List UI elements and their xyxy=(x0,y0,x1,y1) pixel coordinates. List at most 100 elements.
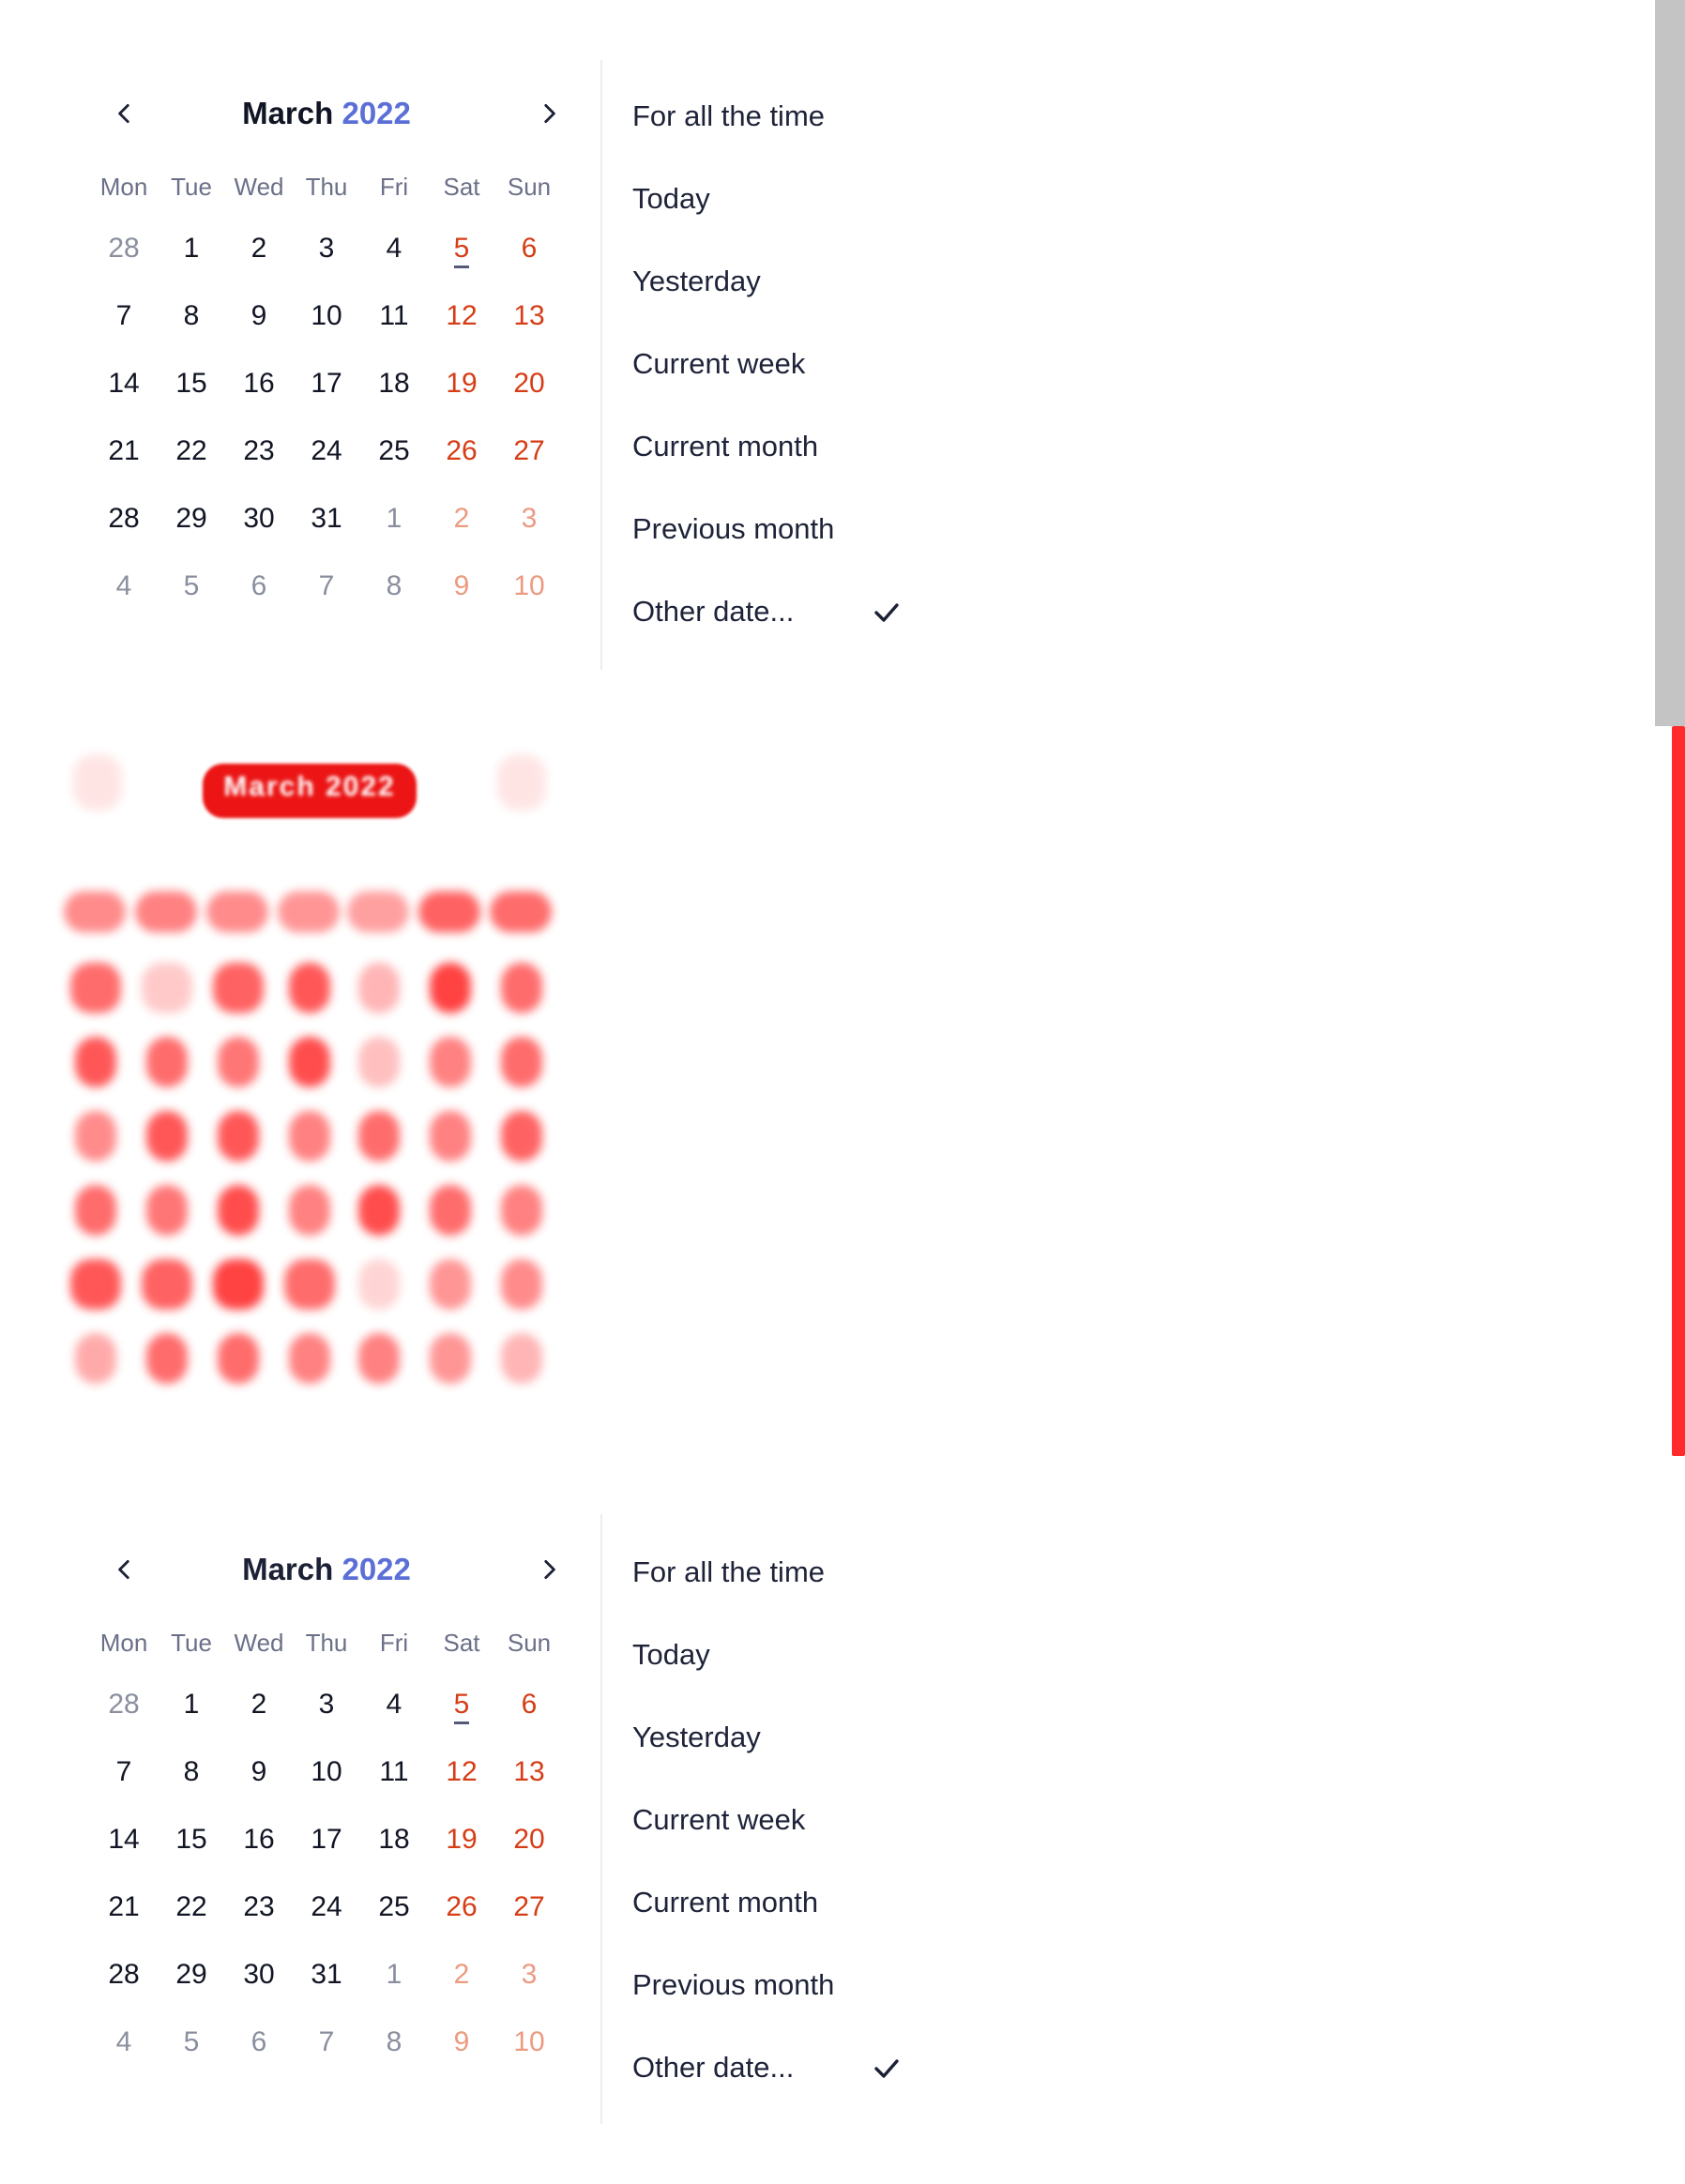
range-option[interactable]: Other date... xyxy=(632,587,933,670)
day-cell[interactable]: 2 xyxy=(225,228,293,296)
day-cell[interactable]: 16 xyxy=(225,1819,293,1887)
day-cell[interactable]: 24 xyxy=(293,431,360,498)
next-month-button[interactable] xyxy=(525,90,572,137)
day-cell[interactable]: 3 xyxy=(495,1954,563,2022)
day-cell[interactable]: 8 xyxy=(360,566,428,633)
day-cell[interactable]: 31 xyxy=(293,1954,360,2022)
day-cell[interactable]: 5 xyxy=(158,566,225,633)
day-cell[interactable]: 18 xyxy=(360,1819,428,1887)
range-option[interactable]: Current week xyxy=(632,1796,933,1878)
day-cell[interactable]: 30 xyxy=(225,498,293,566)
day-cell[interactable]: 9 xyxy=(428,566,495,633)
day-cell[interactable]: 17 xyxy=(293,363,360,431)
day-cell[interactable]: 25 xyxy=(360,1887,428,1954)
day-cell[interactable]: 20 xyxy=(495,1819,563,1887)
range-option[interactable]: Yesterday xyxy=(632,1713,933,1796)
day-cell[interactable]: 12 xyxy=(428,1752,495,1819)
day-cell[interactable]: 27 xyxy=(495,431,563,498)
day-cell[interactable]: 25 xyxy=(360,431,428,498)
day-cell[interactable]: 23 xyxy=(225,431,293,498)
day-cell[interactable]: 29 xyxy=(158,1954,225,2022)
range-option[interactable]: Current week xyxy=(632,340,933,422)
scrollbar[interactable] xyxy=(1655,0,1685,726)
day-cell[interactable]: 15 xyxy=(158,1819,225,1887)
day-cell[interactable]: 9 xyxy=(225,296,293,363)
day-cell[interactable]: 19 xyxy=(428,1819,495,1887)
day-cell[interactable]: 21 xyxy=(90,431,158,498)
day-cell[interactable]: 28 xyxy=(90,1954,158,2022)
day-cell[interactable]: 1 xyxy=(360,498,428,566)
day-cell[interactable]: 10 xyxy=(495,2022,563,2089)
day-cell[interactable]: 20 xyxy=(495,363,563,431)
day-cell[interactable]: 2 xyxy=(428,1954,495,2022)
day-cell[interactable]: 28 xyxy=(90,228,158,296)
range-option[interactable]: Previous month xyxy=(632,1961,933,2043)
day-cell[interactable]: 3 xyxy=(293,228,360,296)
day-cell[interactable]: 13 xyxy=(495,1752,563,1819)
day-cell[interactable]: 7 xyxy=(90,296,158,363)
range-option[interactable]: Today xyxy=(632,1630,933,1713)
day-cell[interactable]: 28 xyxy=(90,498,158,566)
day-cell[interactable]: 15 xyxy=(158,363,225,431)
day-cell[interactable]: 6 xyxy=(495,1684,563,1752)
day-cell[interactable]: 23 xyxy=(225,1887,293,1954)
next-month-button[interactable] xyxy=(525,1546,572,1593)
day-cell[interactable]: 9 xyxy=(225,1752,293,1819)
day-cell[interactable]: 22 xyxy=(158,1887,225,1954)
day-cell[interactable]: 7 xyxy=(293,2022,360,2089)
day-cell[interactable]: 6 xyxy=(225,566,293,633)
day-cell[interactable]: 3 xyxy=(293,1684,360,1752)
day-cell[interactable]: 2 xyxy=(225,1684,293,1752)
day-cell[interactable]: 13 xyxy=(495,296,563,363)
day-cell[interactable]: 30 xyxy=(225,1954,293,2022)
range-option[interactable]: For all the time xyxy=(632,1548,933,1630)
day-cell[interactable]: 5 xyxy=(428,1684,495,1752)
day-cell[interactable]: 19 xyxy=(428,363,495,431)
day-cell[interactable]: 8 xyxy=(360,2022,428,2089)
day-cell[interactable]: 4 xyxy=(90,566,158,633)
day-cell[interactable]: 17 xyxy=(293,1819,360,1887)
range-option[interactable]: Current month xyxy=(632,422,933,505)
day-cell[interactable]: 29 xyxy=(158,498,225,566)
day-cell[interactable]: 8 xyxy=(158,1752,225,1819)
day-cell[interactable]: 18 xyxy=(360,363,428,431)
day-cell[interactable]: 10 xyxy=(293,1752,360,1819)
day-cell[interactable]: 14 xyxy=(90,363,158,431)
day-cell[interactable]: 22 xyxy=(158,431,225,498)
day-cell[interactable]: 26 xyxy=(428,1887,495,1954)
day-cell[interactable]: 14 xyxy=(90,1819,158,1887)
day-cell[interactable]: 7 xyxy=(293,566,360,633)
day-cell[interactable]: 7 xyxy=(90,1752,158,1819)
range-option[interactable]: Other date... xyxy=(632,2043,933,2126)
day-cell[interactable]: 12 xyxy=(428,296,495,363)
range-option[interactable]: Previous month xyxy=(632,505,933,587)
day-cell[interactable]: 11 xyxy=(360,1752,428,1819)
day-cell[interactable]: 6 xyxy=(225,2022,293,2089)
day-cell[interactable]: 4 xyxy=(90,2022,158,2089)
day-cell[interactable]: 10 xyxy=(293,296,360,363)
day-cell[interactable]: 2 xyxy=(428,498,495,566)
range-option[interactable]: Yesterday xyxy=(632,257,933,340)
day-cell[interactable]: 11 xyxy=(360,296,428,363)
day-cell[interactable]: 1 xyxy=(360,1954,428,2022)
day-cell[interactable]: 28 xyxy=(90,1684,158,1752)
day-cell[interactable]: 10 xyxy=(495,566,563,633)
range-option[interactable]: Today xyxy=(632,174,933,257)
day-cell[interactable]: 1 xyxy=(158,228,225,296)
day-cell[interactable]: 1 xyxy=(158,1684,225,1752)
day-cell[interactable]: 4 xyxy=(360,1684,428,1752)
day-cell[interactable]: 26 xyxy=(428,431,495,498)
day-cell[interactable]: 27 xyxy=(495,1887,563,1954)
day-cell[interactable]: 4 xyxy=(360,228,428,296)
day-cell[interactable]: 3 xyxy=(495,498,563,566)
day-cell[interactable]: 5 xyxy=(158,2022,225,2089)
day-cell[interactable]: 9 xyxy=(428,2022,495,2089)
range-option[interactable]: Current month xyxy=(632,1878,933,1961)
day-cell[interactable]: 21 xyxy=(90,1887,158,1954)
day-cell[interactable]: 8 xyxy=(158,296,225,363)
day-cell[interactable]: 6 xyxy=(495,228,563,296)
day-cell[interactable]: 31 xyxy=(293,498,360,566)
highlighted-scrollbar[interactable] xyxy=(1672,726,1685,1456)
range-option[interactable]: For all the time xyxy=(632,92,933,174)
day-cell[interactable]: 5 xyxy=(428,228,495,296)
